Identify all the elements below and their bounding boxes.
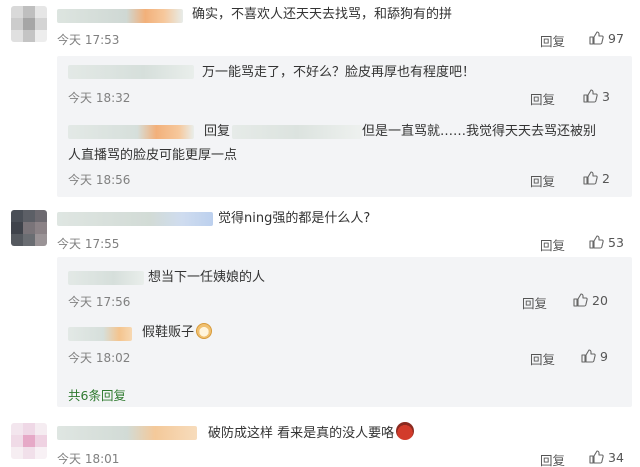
comment-item: 确实，不喜欢人还天天去找骂，和舔狗有的拼 今天 17:53 回复 97 万一能骂…: [0, 0, 640, 205]
username-blurred[interactable]: [68, 271, 144, 285]
like-button[interactable]: 9: [580, 348, 624, 366]
reply-button[interactable]: 回复: [530, 89, 555, 108]
username-blurred[interactable]: [57, 212, 213, 226]
reply-time: 今天 17:56: [68, 295, 131, 309]
thumbs-up-icon: [573, 293, 588, 307]
comment-time: 今天 18:01: [57, 452, 120, 466]
like-button[interactable]: 2: [582, 170, 626, 188]
reply-prefix: 回复: [204, 124, 231, 139]
like-button[interactable]: 20: [572, 292, 622, 310]
avatar[interactable]: [11, 210, 47, 246]
avatar[interactable]: [11, 423, 47, 459]
reply-button[interactable]: 回复: [540, 450, 565, 467]
mentioned-username-blurred[interactable]: [232, 125, 362, 139]
dog-face-emoji: [196, 323, 213, 339]
username-blurred[interactable]: [68, 327, 132, 341]
like-button[interactable]: 34: [588, 449, 632, 467]
reply-time: 今天 18:56: [68, 173, 131, 187]
like-count: 97: [608, 31, 624, 46]
comment-item: 破防成这样 看来是真的没人要咯 今天 18:01 回复 34: [0, 410, 640, 467]
username-blurred[interactable]: [68, 125, 194, 139]
comment-text-content: 破防成这样 看来是真的没人要咯: [208, 426, 395, 441]
reply-text: 想当下一任姨娘的人: [148, 270, 266, 285]
reply-text-line1: 但是一直骂就……我觉得天天去骂还被别: [362, 124, 597, 139]
comment-time: 今天 17:55: [57, 237, 120, 251]
reply-time: 今天 18:02: [68, 351, 131, 365]
comment-time: 今天 17:53: [57, 33, 120, 47]
username-blurred[interactable]: [57, 9, 183, 23]
username-blurred[interactable]: [57, 426, 197, 440]
thumbs-up-icon: [589, 31, 604, 45]
thumbs-up-icon: [583, 89, 598, 103]
view-more-replies-link[interactable]: 共6条回复: [68, 385, 126, 404]
like-button[interactable]: 3: [582, 88, 626, 106]
username-blurred[interactable]: [68, 65, 194, 79]
like-count: 9: [600, 349, 608, 364]
comment-text: 觉得ning强的都是什么人?: [218, 211, 371, 226]
reply-text-content: 假鞋贩子: [142, 325, 195, 340]
reply-text: 万一能骂走了，不好么？脸皮再厚也有程度吧！: [202, 65, 476, 80]
reply-button[interactable]: 回复: [522, 293, 547, 312]
like-count: 34: [608, 450, 624, 465]
reply-text-line2: 人直播骂的脸皮可能更厚一点: [68, 148, 238, 163]
reply-button[interactable]: 回复: [530, 171, 555, 190]
sweat-emoji: [396, 422, 415, 440]
like-count: 3: [602, 89, 610, 104]
thumbs-up-icon: [583, 171, 598, 185]
reply-button[interactable]: 回复: [540, 31, 565, 50]
thumbs-up-icon: [589, 235, 604, 249]
like-button[interactable]: 53: [588, 234, 632, 252]
like-count: 2: [602, 171, 610, 186]
like-button[interactable]: 97: [588, 30, 632, 48]
thumbs-up-icon: [589, 450, 604, 464]
reply-button[interactable]: 回复: [530, 349, 555, 368]
comment-text: 破防成这样 看来是真的没人要咯: [208, 422, 415, 445]
like-count: 20: [592, 293, 608, 308]
reply-text: 假鞋贩子: [142, 322, 213, 344]
thumbs-up-icon: [581, 349, 596, 363]
like-count: 53: [608, 235, 624, 250]
reply-time: 今天 18:32: [68, 91, 131, 105]
comment-text: 确实，不喜欢人还天天去找骂，和舔狗有的拼: [192, 7, 453, 22]
avatar[interactable]: [11, 6, 47, 42]
comment-item: 觉得ning强的都是什么人? 今天 17:55 回复 53 想当下一任姨娘的人 …: [0, 205, 640, 410]
reply-button[interactable]: 回复: [540, 235, 565, 254]
